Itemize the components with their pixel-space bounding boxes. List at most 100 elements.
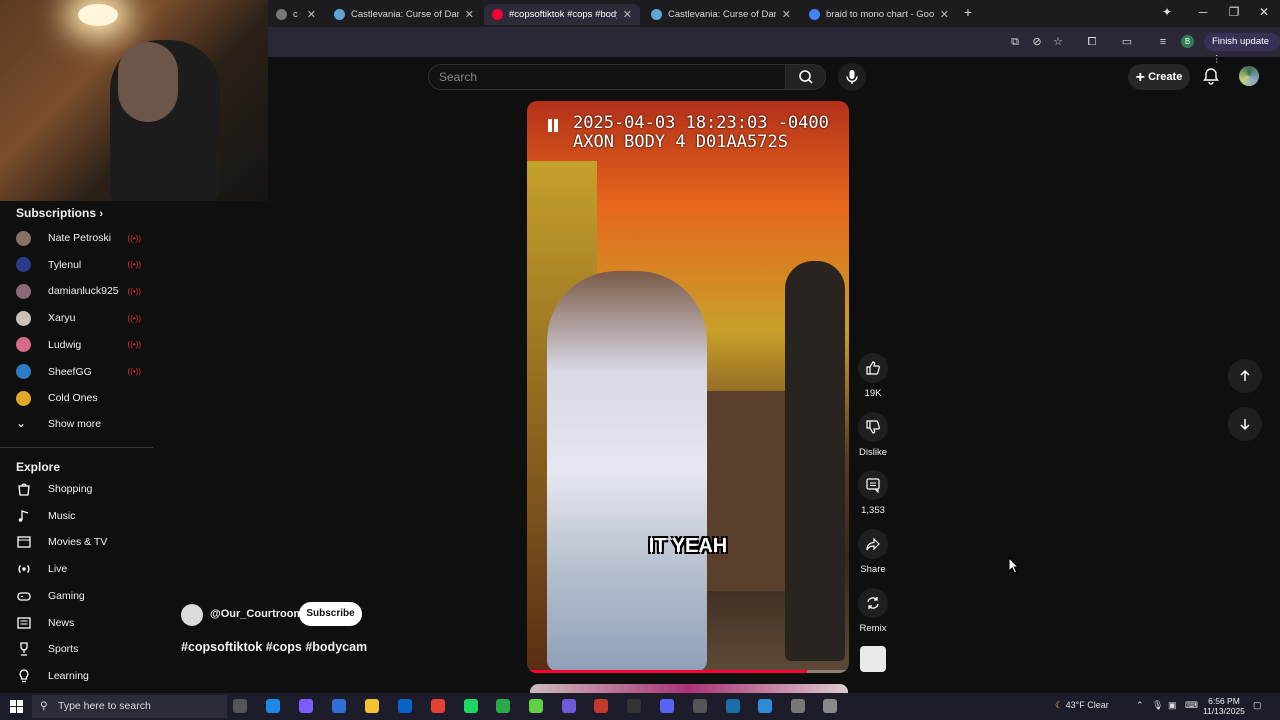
browser-tab[interactable]: c • Thur ✕: [268, 4, 324, 25]
subscription-item[interactable]: Nate Petroski ((•)): [16, 226, 141, 250]
create-button[interactable]: + Create: [1128, 64, 1190, 90]
explore-item[interactable]: Music: [16, 504, 156, 528]
voice-search-button[interactable]: [838, 63, 866, 91]
search-button[interactable]: [786, 64, 826, 90]
explore-item[interactable]: Learning: [16, 664, 156, 688]
clock-app-icon[interactable]: [823, 699, 837, 713]
live-indicator-icon: ((•)): [127, 313, 141, 323]
split-screen-icon[interactable]: ▭: [1120, 35, 1134, 49]
finish-update-label: Finish update: [1212, 36, 1270, 47]
explore-item[interactable]: Shopping: [16, 477, 156, 501]
vs-code-icon[interactable]: [758, 699, 772, 713]
tracking-prevention-icon[interactable]: ⊘: [1030, 35, 1044, 49]
browser-tab[interactable]: Castlevania: Curse of Darkness ✕: [643, 4, 799, 25]
favorite-star-icon[interactable]: ☆: [1051, 35, 1065, 49]
share-button[interactable]: Share: [857, 529, 889, 575]
browser-tab[interactable]: braid to mono chart - Google S ✕: [801, 4, 957, 25]
weather-widget[interactable]: ☾ 43°F Clear: [1055, 700, 1109, 711]
channel-avatar: [16, 283, 31, 299]
chrome-browser-icon[interactable]: [431, 699, 445, 713]
subscription-item[interactable]: Tylenul ((•)): [16, 253, 141, 277]
spotify-icon[interactable]: [464, 699, 478, 713]
collections-icon[interactable]: ≡: [1156, 35, 1170, 49]
subscription-item[interactable]: damianluck925 ((•)): [16, 279, 141, 303]
account-avatar[interactable]: [1239, 66, 1259, 86]
tray-overflow-icon[interactable]: ⌃: [1136, 700, 1144, 711]
android-app-icon[interactable]: [529, 699, 543, 713]
channel-thumbnail-button[interactable]: [860, 646, 886, 672]
outlook-icon[interactable]: [398, 699, 412, 713]
maximize-button[interactable]: ❐: [1224, 5, 1244, 19]
tab-close-icon[interactable]: ✕: [940, 8, 949, 21]
live-indicator-icon: ((•)): [127, 340, 141, 350]
keyboard-icon[interactable]: ⌨: [1185, 700, 1198, 711]
calculator-icon[interactable]: [332, 699, 346, 713]
taskbar-search-input[interactable]: ⚲ Type here to search: [32, 695, 227, 718]
network-icon[interactable]: ▣: [1168, 700, 1177, 711]
channel-handle[interactable]: @Our_Courtroom: [210, 608, 303, 620]
discord-icon[interactable]: [660, 699, 674, 713]
copilot-app-icon[interactable]: [299, 699, 313, 713]
video-player[interactable]: 2025-04-03 18:23:03 -0400 AXON BODY 4 D0…: [527, 101, 849, 673]
copilot-icon[interactable]: ✦: [1157, 5, 1177, 19]
profile-avatar[interactable]: B: [1181, 35, 1194, 48]
tab-close-icon[interactable]: ✕: [623, 8, 632, 21]
previous-video-button[interactable]: [1228, 359, 1262, 393]
video-hashtags[interactable]: #copsoftiktok #cops #bodycam: [181, 640, 367, 654]
settings-app-icon[interactable]: [791, 699, 805, 713]
install-app-icon[interactable]: ⧉: [1008, 35, 1022, 49]
comment-icon: [866, 478, 880, 493]
explore-item[interactable]: Gaming: [16, 584, 156, 608]
notification-center-icon[interactable]: ▢: [1253, 700, 1262, 711]
new-tab-button[interactable]: +: [958, 4, 978, 20]
minimize-button[interactable]: ─: [1193, 5, 1213, 19]
tab-favicon-icon: [276, 9, 287, 20]
tab-favicon-icon: [492, 9, 503, 20]
search-input[interactable]: Search: [428, 64, 786, 90]
music-note-icon: [18, 509, 29, 522]
tab-close-icon[interactable]: ✕: [307, 8, 316, 21]
notifications-bell-icon[interactable]: [1202, 67, 1220, 85]
tab-close-icon[interactable]: ✕: [782, 8, 791, 21]
steam-icon[interactable]: [726, 699, 740, 713]
finish-update-button[interactable]: Finish update ⋮: [1204, 33, 1280, 65]
xbox-icon[interactable]: [496, 699, 510, 713]
dislike-button[interactable]: Dislike: [857, 412, 889, 458]
explore-label: Shopping: [48, 483, 93, 495]
explore-item[interactable]: News: [16, 611, 156, 635]
taskbar-clock[interactable]: 6:56 PM 11/13/2025: [1203, 696, 1245, 716]
calendar-app-icon[interactable]: [594, 699, 608, 713]
browser-tab[interactable]: #copsoftiktok #cops #body ✕: [484, 4, 640, 25]
pause-icon[interactable]: [547, 119, 559, 133]
settings-gear-icon[interactable]: [693, 699, 707, 713]
remix-button[interactable]: Remix: [857, 588, 889, 634]
video-progress-bar[interactable]: [527, 670, 849, 673]
edge-browser-icon[interactable]: [266, 699, 280, 713]
show-more-button[interactable]: ⌄ Show more: [16, 412, 156, 436]
subscribe-button[interactable]: Subscribe: [299, 602, 362, 626]
browser-tab[interactable]: Castlevania: Curse of Darkness ✕: [326, 4, 482, 25]
channel-avatar[interactable]: [181, 604, 203, 626]
microphone-tray-icon[interactable]: 🎙: [1152, 700, 1163, 711]
obs-studio-icon[interactable]: [627, 699, 641, 713]
explore-item[interactable]: Movies & TV: [16, 530, 156, 554]
like-button[interactable]: 19K: [857, 353, 889, 399]
subscription-item[interactable]: Ludwig ((•)): [16, 333, 141, 357]
task-view-icon[interactable]: [233, 699, 247, 713]
windows-start-icon[interactable]: [10, 700, 23, 713]
close-window-button[interactable]: ✕: [1254, 5, 1274, 19]
sidebar-divider: [0, 447, 153, 448]
comments-button[interactable]: 1,353: [857, 470, 889, 516]
channel-avatar: [16, 390, 31, 406]
subscription-item[interactable]: Cold Ones: [16, 386, 141, 410]
subscription-item[interactable]: SheefGG ((•)): [16, 360, 141, 384]
next-video-button[interactable]: [1228, 407, 1262, 441]
subscriptions-header[interactable]: Subscriptions ›: [16, 206, 103, 220]
extensions-icon[interactable]: ⧠: [1085, 35, 1099, 49]
explore-item[interactable]: Sports: [16, 637, 156, 661]
subscription-item[interactable]: Xaryu ((•)): [16, 306, 141, 330]
explore-item[interactable]: Live: [16, 557, 156, 581]
file-explorer-icon[interactable]: [365, 699, 379, 713]
tab-close-icon[interactable]: ✕: [465, 8, 474, 21]
vpn-app-icon[interactable]: [562, 699, 576, 713]
